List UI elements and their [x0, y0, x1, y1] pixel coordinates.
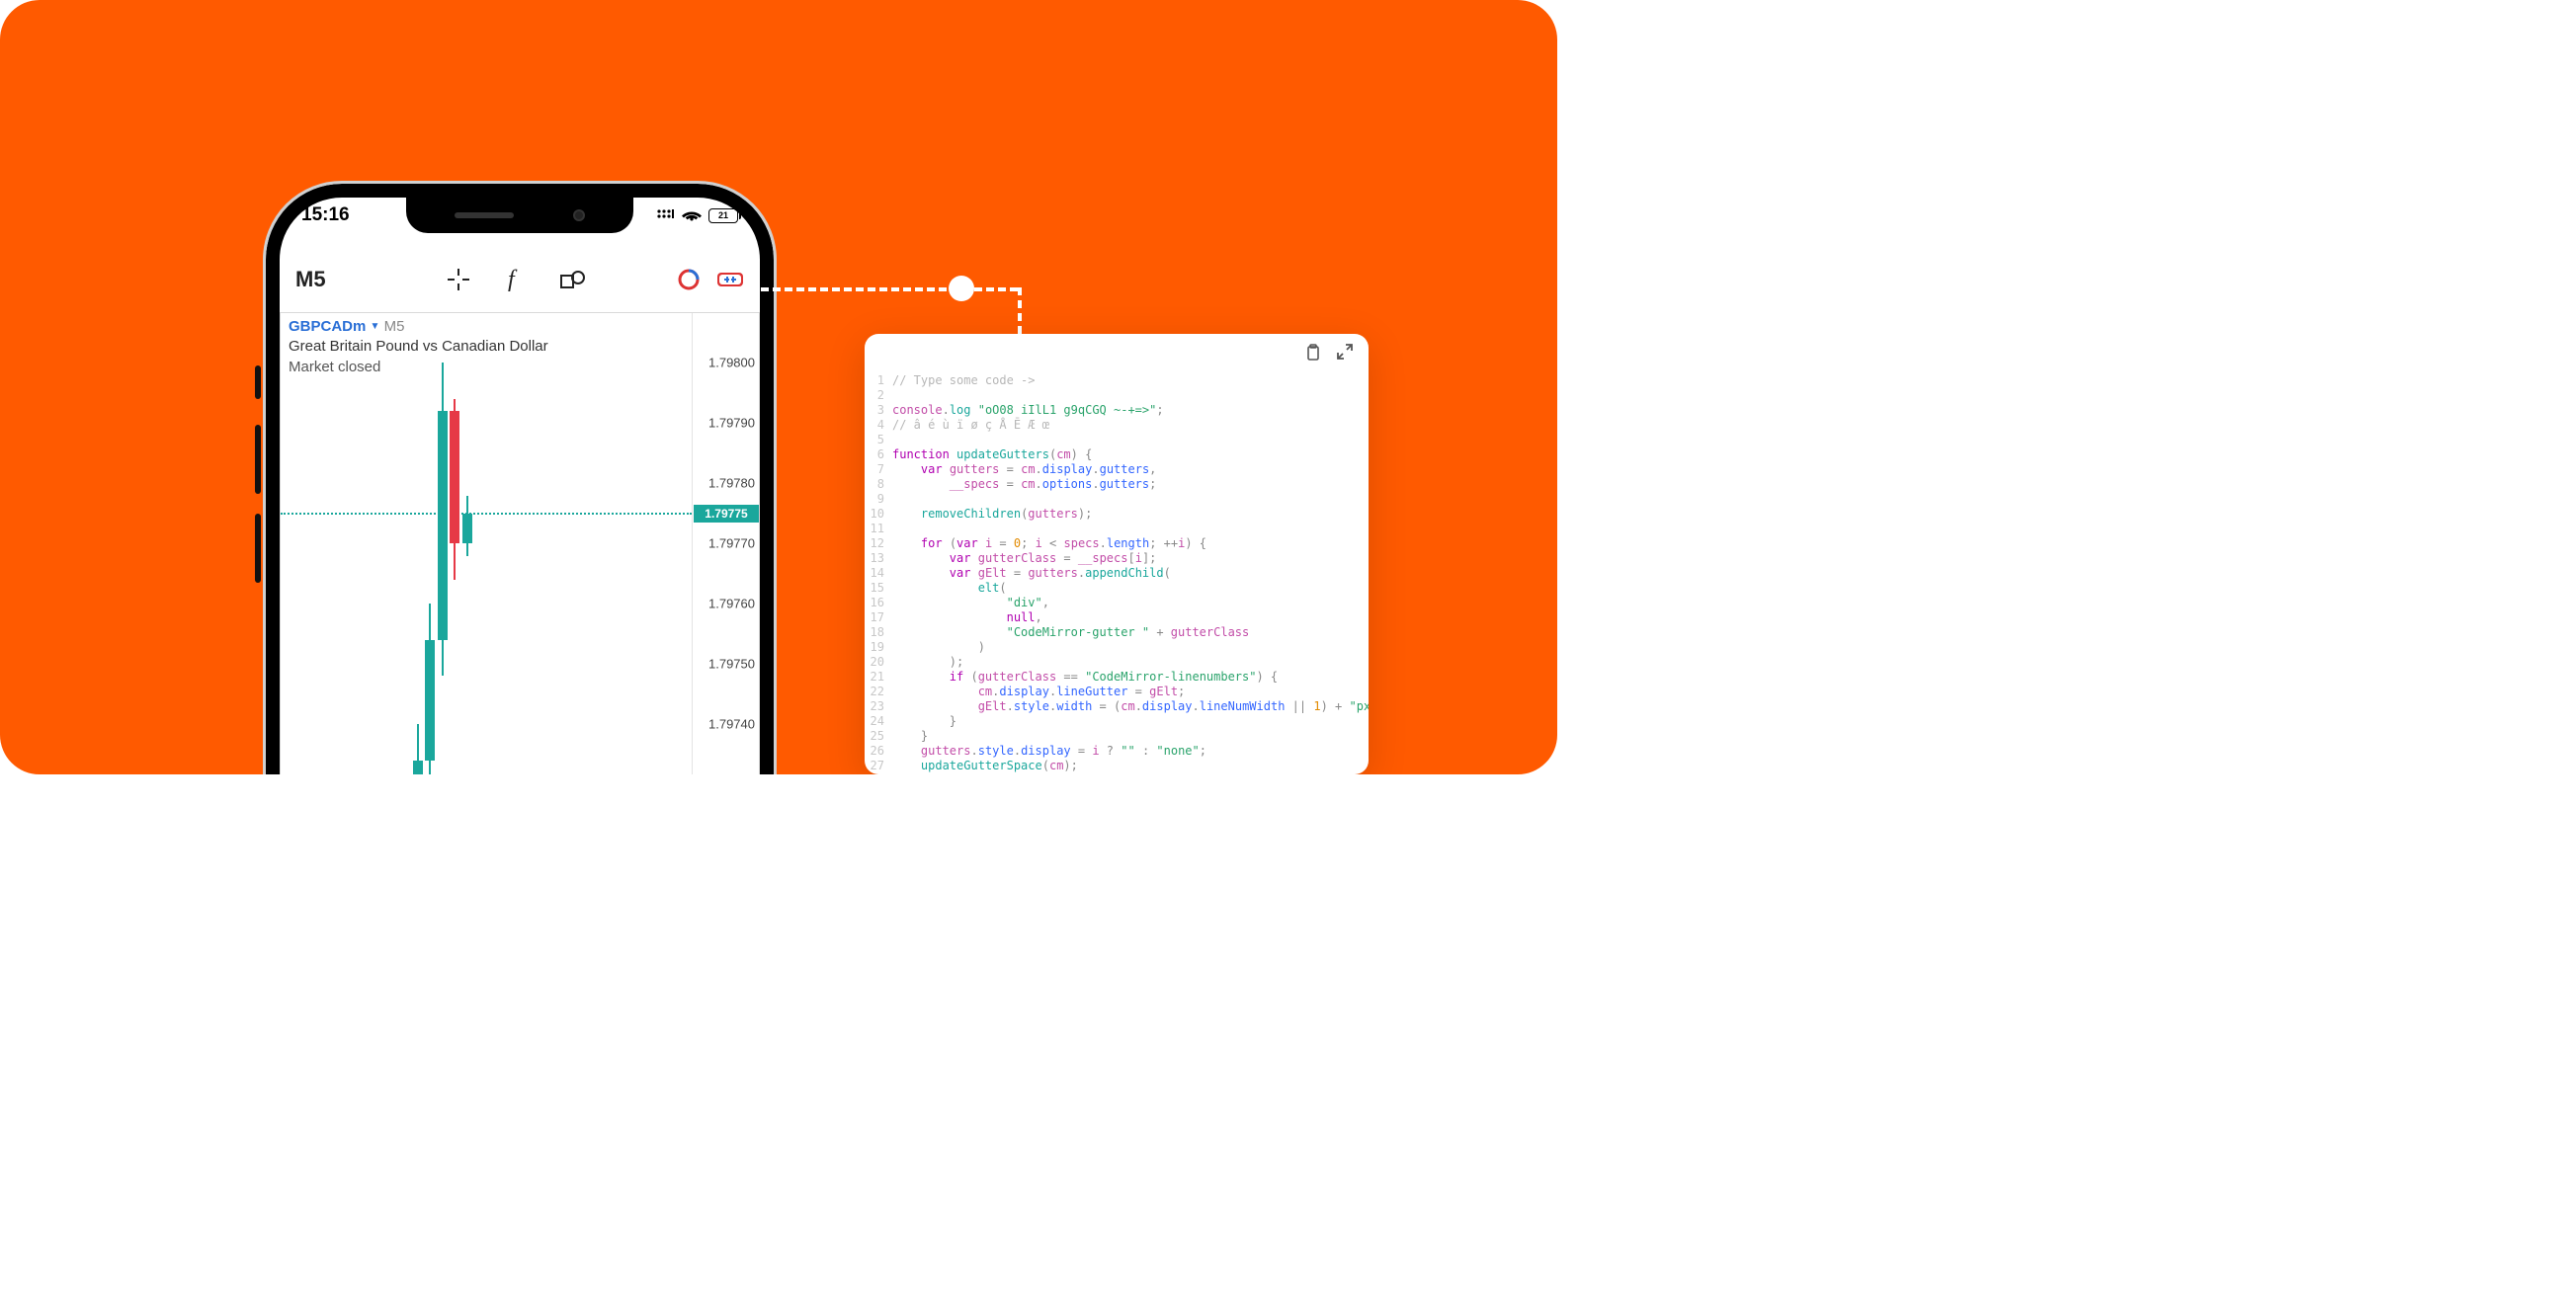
- code-line: 26 gutters.style.display = i ? "" : "non…: [865, 744, 1369, 759]
- code-line: 21 if (gutterClass == "CodeMirror-linenu…: [865, 670, 1369, 685]
- line-number: 27: [865, 759, 892, 773]
- code-line: 2: [865, 388, 1369, 403]
- axis-tick: 1.79760: [708, 597, 755, 611]
- axis-tick: 1.79740: [708, 717, 755, 732]
- code-line: 15 elt(: [865, 581, 1369, 596]
- line-number: 17: [865, 610, 892, 625]
- line-number: 20: [865, 655, 892, 670]
- line-number: 23: [865, 699, 892, 714]
- code-panel: 1// Type some code ->2 3console.log "oO0…: [865, 334, 1369, 774]
- code-line: 18 "CodeMirror-gutter " + gutterClass: [865, 625, 1369, 640]
- battery-icon: 21: [708, 208, 738, 223]
- price-axis: 1.79775 1.79800 1.79790 1.79780 1.79770 1.79…: [692, 313, 759, 774]
- axis-tick: 1.79790: [708, 416, 755, 431]
- code-line: 22 cm.display.lineGutter = gElt;: [865, 685, 1369, 699]
- expand-icon[interactable]: [1337, 344, 1355, 362]
- phone-volume-down: [255, 514, 261, 583]
- battery-level: 21: [718, 210, 728, 220]
- line-number: 8: [865, 477, 892, 492]
- line-number: 15: [865, 581, 892, 596]
- code-line: 5: [865, 433, 1369, 447]
- chart-toolbar: M5 f: [280, 255, 760, 304]
- line-number: 22: [865, 685, 892, 699]
- code-line: 27 updateGutterSpace(cm);: [865, 759, 1369, 773]
- link-icon[interactable]: [716, 266, 744, 293]
- timeframe-button[interactable]: M5: [295, 267, 326, 292]
- chart-area[interactable]: GBPCADm ▼ M5 Great Britain Pound vs Cana…: [280, 312, 760, 774]
- circle-icon[interactable]: [675, 266, 703, 293]
- price-tag: 1.79775: [694, 505, 759, 523]
- axis-tick: 1.79780: [708, 476, 755, 491]
- code-line: 23 gElt.style.width = (cm.display.lineNu…: [865, 699, 1369, 714]
- line-number: 21: [865, 670, 892, 685]
- code-line: 12 for (var i = 0; i < specs.length; ++i…: [865, 536, 1369, 551]
- phone-volume-up: [255, 425, 261, 494]
- line-number: 16: [865, 596, 892, 610]
- code-line: 17 null,: [865, 610, 1369, 625]
- axis-tick: 1.79770: [708, 536, 755, 551]
- line-number: 10: [865, 507, 892, 522]
- line-number: 6: [865, 447, 892, 462]
- line-number: 13: [865, 551, 892, 566]
- line-number: 25: [865, 729, 892, 744]
- line-number: 2: [865, 388, 892, 403]
- line-number: 4: [865, 418, 892, 433]
- code-line: 19 ): [865, 640, 1369, 655]
- cellular-icon: [657, 208, 675, 222]
- code-line: 14 var gElt = gutters.appendChild(: [865, 566, 1369, 581]
- status-time: 15:16: [301, 204, 350, 226]
- line-number: 26: [865, 744, 892, 759]
- shapes-icon[interactable]: [559, 266, 587, 293]
- line-number: 11: [865, 522, 892, 536]
- line-number: 14: [865, 566, 892, 581]
- status-bar: 15:16 21: [280, 198, 760, 233]
- line-number: 9: [865, 492, 892, 507]
- code-line: 3console.log "oO08 iIlL1 g9qCGQ ~-+=>";: [865, 403, 1369, 418]
- code-line: 16 "div",: [865, 596, 1369, 610]
- line-number: 12: [865, 536, 892, 551]
- code-line: 13 var gutterClass = __specs[i];: [865, 551, 1369, 566]
- code-line: 6function updateGutters(cm) {: [865, 447, 1369, 462]
- phone-frame: 15:16 21 M5 f: [263, 181, 777, 774]
- crosshair-icon[interactable]: [445, 266, 472, 293]
- code-line: 20 );: [865, 655, 1369, 670]
- clipboard-icon[interactable]: [1305, 344, 1323, 362]
- code-line: 1// Type some code ->: [865, 373, 1369, 388]
- code-line: 8 __specs = cm.options.gutters;: [865, 477, 1369, 492]
- svg-text:f: f: [508, 267, 518, 292]
- line-number: 24: [865, 714, 892, 729]
- line-number: 3: [865, 403, 892, 418]
- code-line: 25 }: [865, 729, 1369, 744]
- axis-tick: 1.79750: [708, 657, 755, 672]
- candle-layer: [281, 313, 692, 774]
- wifi-icon: [682, 208, 702, 222]
- line-number: 1: [865, 373, 892, 388]
- code-line: 9: [865, 492, 1369, 507]
- line-number: 5: [865, 433, 892, 447]
- code-line: 7 var gutters = cm.display.gutters,: [865, 462, 1369, 477]
- phone-mute-switch: [255, 365, 261, 399]
- code-line: 11: [865, 522, 1369, 536]
- code-line: 10 removeChildren(gutters);: [865, 507, 1369, 522]
- code-line: 4// â é ù ï ø ç Å Ē Æ œ: [865, 418, 1369, 433]
- line-number: 18: [865, 625, 892, 640]
- connector-dot-icon: [949, 276, 974, 301]
- axis-tick: 1.79800: [708, 356, 755, 370]
- line-number: 19: [865, 640, 892, 655]
- function-icon[interactable]: f: [502, 266, 530, 293]
- stage: 15:16 21 M5 f: [0, 0, 1557, 774]
- code-editor[interactable]: 1// Type some code ->2 3console.log "oO0…: [865, 373, 1369, 774]
- line-number: 7: [865, 462, 892, 477]
- code-line: 24 }: [865, 714, 1369, 729]
